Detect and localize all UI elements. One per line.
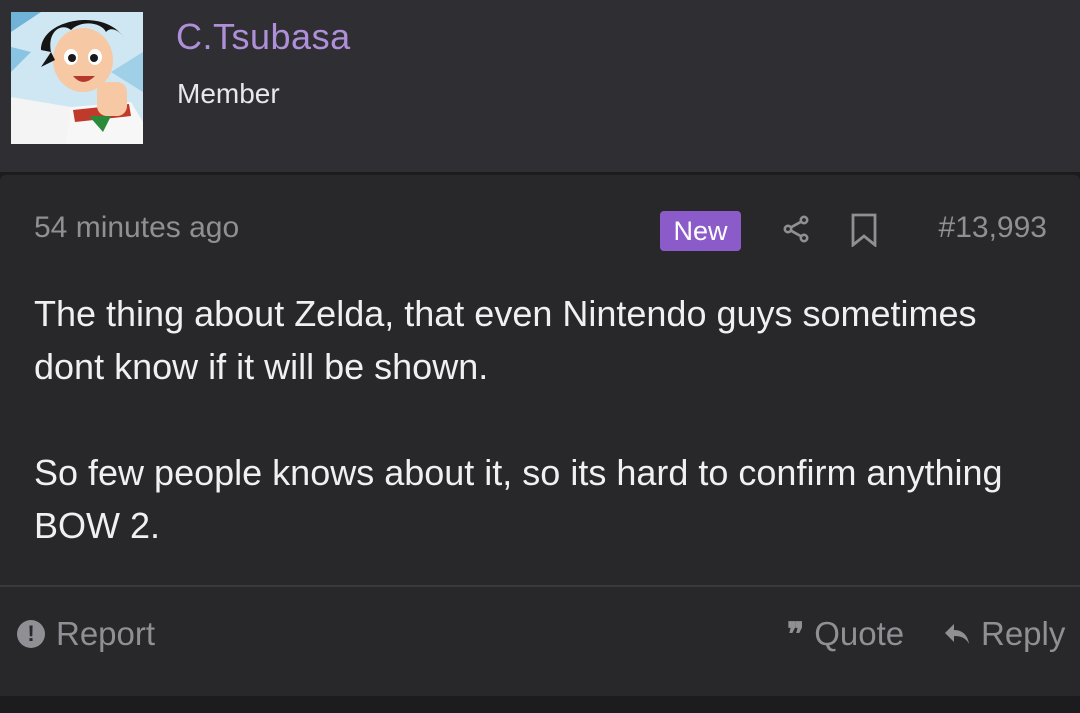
post-card: 54 minutes ago New #13,993 The thing abo…	[0, 175, 1080, 696]
reply-arrow-icon	[945, 624, 969, 644]
post-footer: ! Report ❞ Quote Reply	[0, 587, 1080, 696]
forum-post-page: C.Tsubasa Member 54 minutes ago New #13,…	[0, 0, 1080, 713]
post-paragraph: So few people knows about it, so its har…	[34, 452, 1003, 546]
report-button[interactable]: ! Report	[17, 615, 155, 653]
new-badge: New	[660, 211, 741, 251]
reply-button[interactable]: Reply	[943, 615, 1065, 653]
reply-label: Reply	[981, 615, 1066, 652]
post-paragraph: The thing about Zelda, that even Nintend…	[34, 293, 977, 387]
user-avatar[interactable]	[11, 12, 143, 144]
bookmark-icon[interactable]	[850, 213, 878, 247]
user-header: C.Tsubasa Member	[0, 0, 1080, 172]
post-body: The thing about Zelda, that even Nintend…	[34, 287, 1054, 552]
quote-button[interactable]: ❞ Quote	[787, 615, 904, 653]
share-icon[interactable]	[780, 213, 812, 245]
report-label: Report	[56, 615, 156, 652]
exclamation-circle-icon: !	[17, 620, 45, 648]
username[interactable]: C.Tsubasa	[176, 16, 351, 58]
user-title: Member	[177, 78, 280, 109]
post-timestamp[interactable]: 54 minutes ago	[34, 211, 239, 245]
quote-icon: ❞	[787, 615, 804, 653]
quote-label: Quote	[814, 615, 905, 652]
post-number-link[interactable]: #13,993	[939, 211, 1047, 245]
avatar-image	[11, 12, 143, 144]
